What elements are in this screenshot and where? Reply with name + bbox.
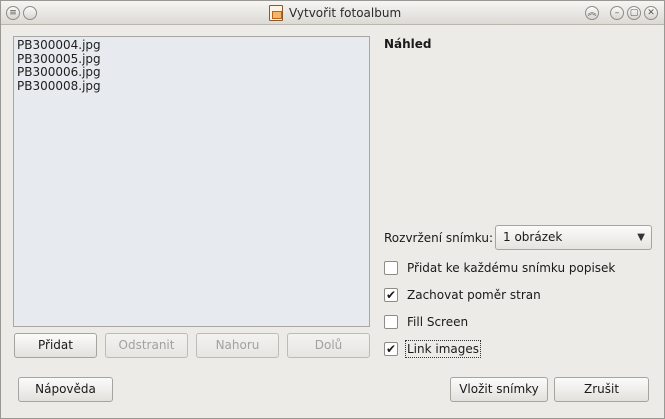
slide-layout-value: 1 obrázek [503, 230, 563, 244]
move-up-button[interactable]: Nahoru [196, 333, 279, 358]
option-add-caption[interactable]: Přidat ke každému snímku popisek [384, 260, 615, 276]
insert-slides-button[interactable]: Vložit snímky [450, 377, 548, 402]
option-label: Přidat ke každému snímku popisek [407, 261, 616, 275]
option-keep-aspect[interactable]: ✔ Zachovat poměr stran [384, 287, 541, 303]
minimize-icon[interactable]: – [610, 6, 624, 20]
option-label: Zachovat poměr stran [407, 288, 541, 302]
preview-label: Náhled [384, 37, 432, 51]
photo-album-dialog: ≡ Vytvořit fotoalbum ︽ – ▢ ✕ PB300004.jp… [0, 0, 665, 419]
chevron-down-icon: ▼ [637, 232, 645, 243]
window-menu-icon[interactable]: ≡ [6, 6, 20, 20]
move-down-button[interactable]: Dolů [287, 333, 370, 358]
list-item[interactable]: PB300004.jpg [17, 38, 366, 53]
maximize-icon[interactable]: ▢ [627, 6, 641, 20]
help-button[interactable]: Nápověda [18, 377, 113, 402]
slide-layout-label: Rozvržení snímku: [384, 231, 494, 245]
option-fill-screen[interactable]: Fill Screen [384, 314, 468, 330]
slide-layout-select[interactable]: 1 obrázek ▼ [495, 225, 652, 250]
image-list[interactable]: PB300004.jpg PB300005.jpg PB300006.jpg P… [13, 36, 370, 327]
list-item[interactable]: PB300008.jpg [17, 79, 366, 94]
add-button[interactable]: Přidat [14, 333, 97, 358]
checkbox-add-caption[interactable] [384, 261, 398, 275]
checkbox-keep-aspect[interactable]: ✔ [384, 288, 398, 302]
window-title: Vytvořit fotoalbum [289, 6, 402, 20]
titlebar: ≡ Vytvořit fotoalbum ︽ – ▢ ✕ [1, 1, 664, 25]
checkbox-link-images[interactable]: ✔ [384, 342, 398, 356]
option-link-images[interactable]: ✔ Link images [384, 340, 482, 358]
shade-icon[interactable]: ︽ [585, 6, 599, 20]
window-close-left-icon[interactable] [23, 6, 37, 20]
option-label: Fill Screen [407, 315, 469, 329]
cancel-button[interactable]: Zrušit [554, 377, 649, 402]
close-icon[interactable]: ✕ [644, 6, 658, 20]
title-area: Vytvořit fotoalbum [269, 4, 401, 22]
impress-app-icon [269, 5, 283, 21]
option-label: Link images [404, 340, 482, 358]
checkbox-fill-screen[interactable] [384, 315, 398, 329]
list-item[interactable]: PB300005.jpg [17, 52, 366, 67]
remove-button[interactable]: Odstranit [105, 333, 188, 358]
list-item[interactable]: PB300006.jpg [17, 65, 366, 80]
